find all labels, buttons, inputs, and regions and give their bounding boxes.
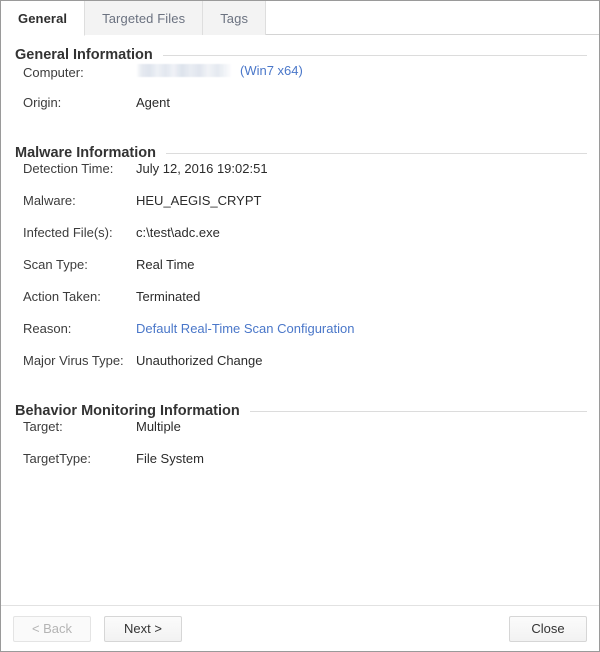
tab-bar: General Targeted Files Tags — [1, 1, 599, 35]
field-malware: Malware: HEU_AEGIS_CRYPT — [23, 193, 599, 225]
field-computer-label: Computer: — [23, 65, 136, 80]
tab-bar-filler — [266, 1, 599, 35]
field-action-taken-label: Action Taken: — [23, 289, 136, 304]
field-computer: Computer: (Win7 x64) — [23, 63, 599, 95]
field-reason: Reason: Default Real-Time Scan Configura… — [23, 321, 599, 353]
tab-targeted-files[interactable]: Targeted Files — [85, 1, 203, 35]
section-behavior-monitoring-information-rows: Target: Multiple TargetType: File System — [1, 419, 599, 483]
section-malware-information-title: Malware Information — [15, 145, 166, 161]
details-dialog: General Targeted Files Tags General Info… — [0, 0, 600, 652]
field-target-type-value: File System — [136, 451, 204, 466]
field-infected-files: Infected File(s): c:\test\adc.exe — [23, 225, 599, 257]
tab-targeted-files-label: Targeted Files — [102, 11, 185, 26]
back-button[interactable]: < Back — [13, 616, 91, 642]
field-reason-value-link[interactable]: Default Real-Time Scan Configuration — [136, 321, 354, 336]
redacted-computer-name — [136, 64, 232, 77]
section-general-information-header: General Information — [1, 47, 599, 63]
field-target-label: Target: — [23, 419, 136, 434]
field-scan-type: Scan Type: Real Time — [23, 257, 599, 289]
section-divider — [166, 153, 587, 154]
spacer-general-malware — [1, 127, 599, 145]
field-detection-time-label: Detection Time: — [23, 161, 136, 176]
field-major-virus-type-label: Major Virus Type: — [23, 353, 136, 368]
tab-general-label: General — [18, 11, 67, 26]
section-divider — [250, 411, 587, 412]
field-computer-os-note: (Win7 x64) — [240, 63, 303, 78]
section-behavior-monitoring-information-header: Behavior Monitoring Information — [1, 403, 599, 419]
tab-general[interactable]: General — [1, 1, 85, 36]
field-reason-label: Reason: — [23, 321, 136, 336]
field-origin-label: Origin: — [23, 95, 136, 110]
section-general-information-rows: Computer: (Win7 x64) Origin: Agent — [1, 63, 599, 127]
tab-tags[interactable]: Tags — [203, 1, 266, 35]
field-infected-files-label: Infected File(s): — [23, 225, 136, 240]
spacer-malware-behavior — [1, 385, 599, 403]
field-detection-time-value: July 12, 2016 19:02:51 — [136, 161, 268, 176]
section-malware-information: Malware Information Detection Time: July… — [1, 145, 599, 385]
field-malware-value: HEU_AEGIS_CRYPT — [136, 193, 261, 208]
section-malware-information-header: Malware Information — [1, 145, 599, 161]
field-origin-value: Agent — [136, 95, 170, 110]
field-computer-value: (Win7 x64) — [136, 63, 303, 78]
field-action-taken: Action Taken: Terminated — [23, 289, 599, 321]
field-major-virus-type-value: Unauthorized Change — [136, 353, 262, 368]
field-origin: Origin: Agent — [23, 95, 599, 127]
section-behavior-monitoring-information-title: Behavior Monitoring Information — [15, 403, 250, 419]
field-target: Target: Multiple — [23, 419, 599, 451]
field-target-type-label: TargetType: — [23, 451, 136, 466]
section-behavior-monitoring-information: Behavior Monitoring Information Target: … — [1, 403, 599, 483]
field-action-taken-value: Terminated — [136, 289, 200, 304]
section-divider — [163, 55, 587, 56]
field-scan-type-label: Scan Type: — [23, 257, 136, 272]
field-target-value: Multiple — [136, 419, 181, 434]
tab-tags-label: Tags — [220, 11, 248, 26]
field-major-virus-type: Major Virus Type: Unauthorized Change — [23, 353, 599, 385]
dialog-footer: < Back Next > Close — [1, 605, 599, 651]
section-general-information: General Information Computer: (Win7 x64)… — [1, 47, 599, 127]
next-button[interactable]: Next > — [104, 616, 182, 642]
field-scan-type-value: Real Time — [136, 257, 195, 272]
spacer-top — [1, 35, 599, 47]
general-tab-panel: General Information Computer: (Win7 x64)… — [1, 35, 599, 605]
section-general-information-title: General Information — [15, 47, 163, 63]
field-infected-files-value: c:\test\adc.exe — [136, 225, 220, 240]
field-detection-time: Detection Time: July 12, 2016 19:02:51 — [23, 161, 599, 193]
field-target-type: TargetType: File System — [23, 451, 599, 483]
field-malware-label: Malware: — [23, 193, 136, 208]
section-malware-information-rows: Detection Time: July 12, 2016 19:02:51 M… — [1, 161, 599, 385]
close-button[interactable]: Close — [509, 616, 587, 642]
